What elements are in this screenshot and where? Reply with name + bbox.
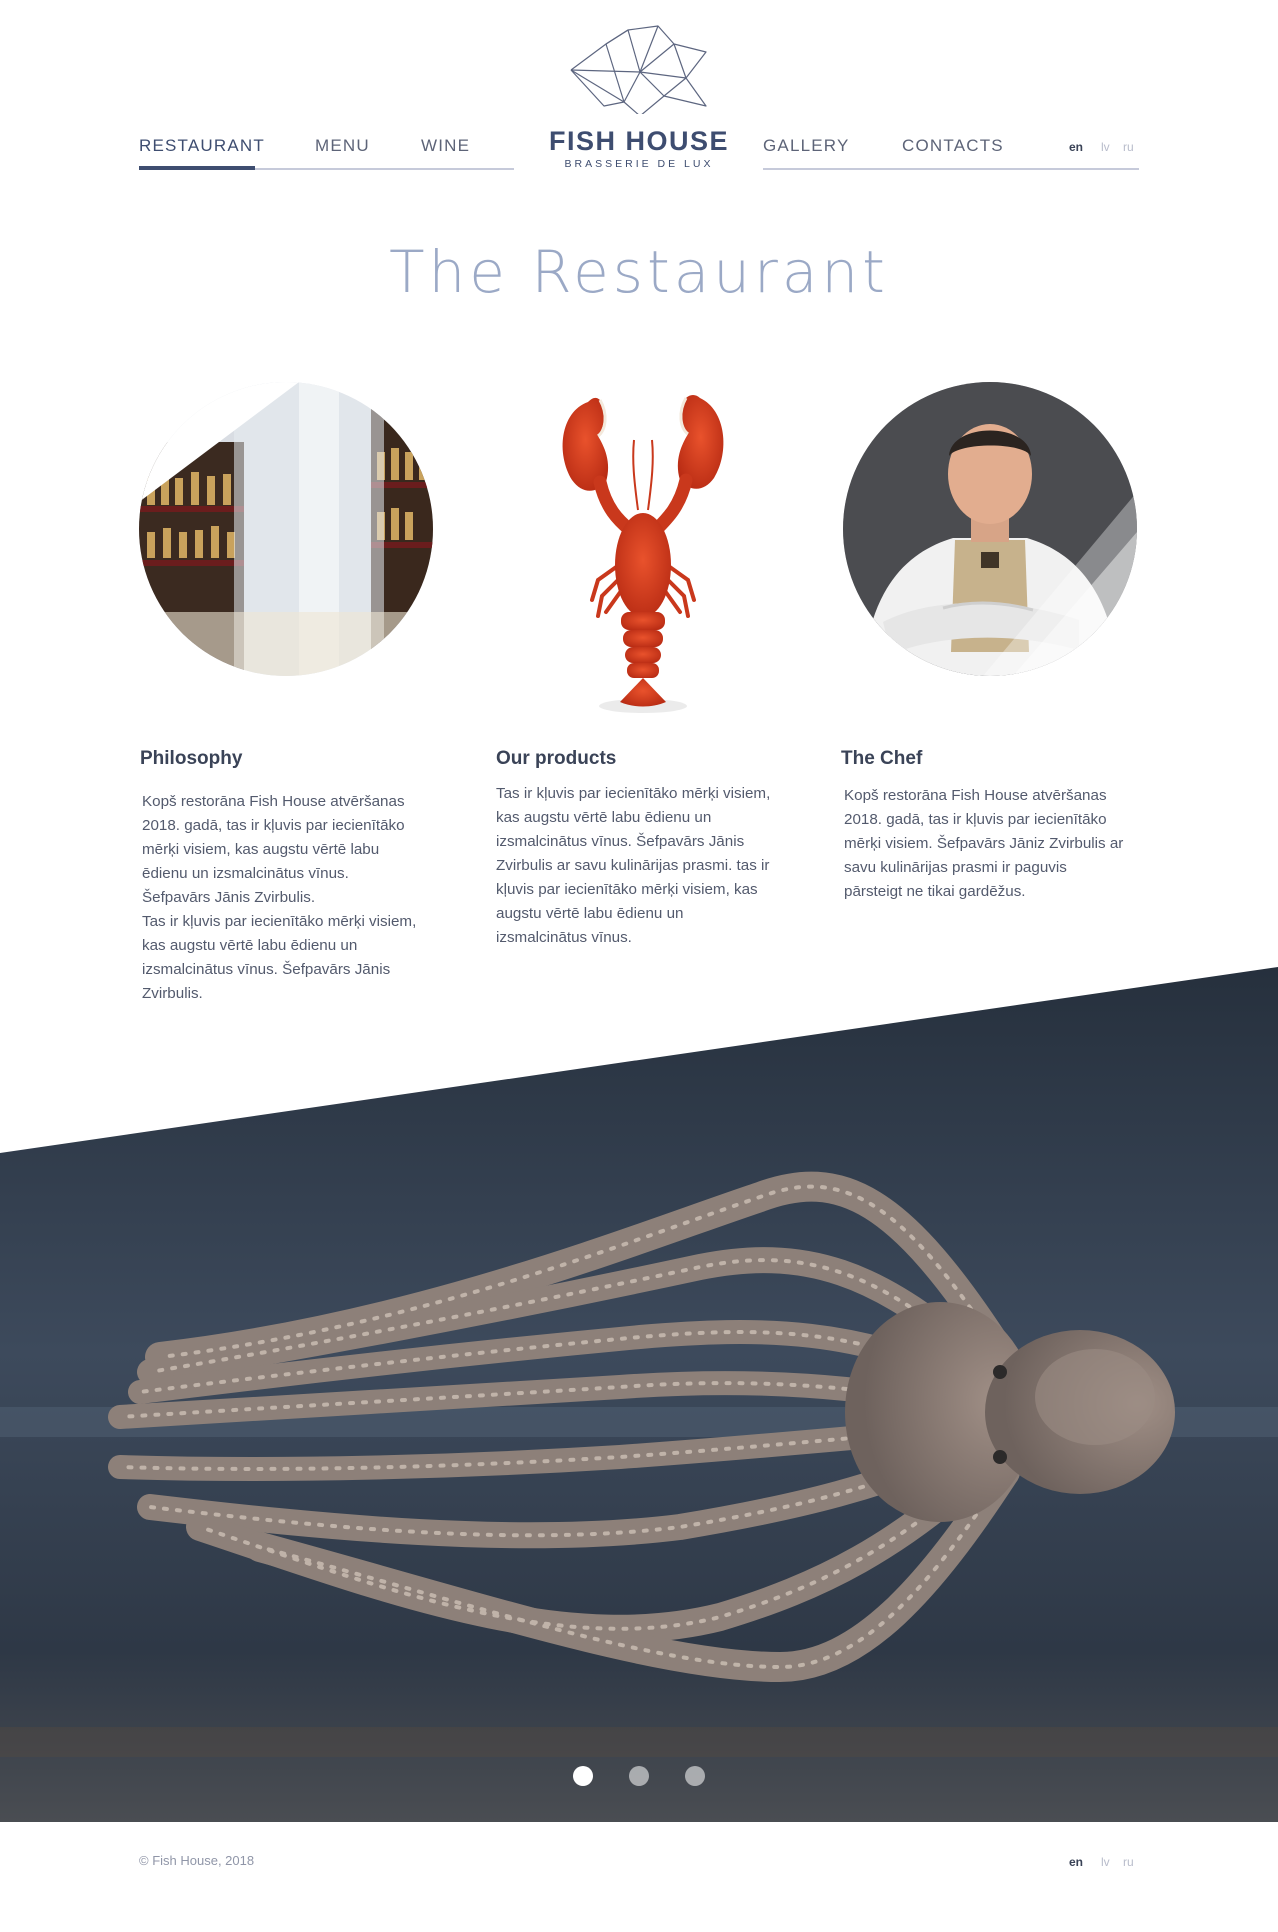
- footer-lang-ru[interactable]: ru: [1123, 1855, 1134, 1869]
- hero-slider: [0, 967, 1278, 1822]
- copyright-text: © Fish House, 2018: [139, 1853, 255, 1868]
- slider-dot-3[interactable]: [685, 1766, 705, 1786]
- nav-item-wine[interactable]: WINE: [421, 136, 470, 156]
- nav-item-gallery[interactable]: GALLERY: [763, 136, 850, 156]
- lang-lv[interactable]: lv: [1101, 140, 1110, 154]
- chef-text: Kopš restorāna Fish House atvēršanas 201…: [844, 787, 1124, 900]
- nav-item-menu[interactable]: MENU: [315, 136, 370, 156]
- slider-pagination: [0, 1766, 1278, 1788]
- restaurant-interior-image: [139, 382, 433, 676]
- site-header: RESTAURANT MENU WINE FISH HOUSE BRASSERI…: [0, 0, 1278, 190]
- chef-portrait-image: [843, 382, 1137, 676]
- lang-en[interactable]: en: [1069, 140, 1083, 154]
- site-footer: © Fish House, 2018 en lv ru: [0, 1822, 1278, 1932]
- footer-lang-en[interactable]: en: [1069, 1855, 1083, 1869]
- logo-title: FISH HOUSE: [548, 126, 730, 156]
- slider-dot-1[interactable]: [573, 1766, 593, 1786]
- products-text: Tas ir kļuvis par iecienītāko mērķi visi…: [496, 785, 771, 946]
- nav-item-restaurant[interactable]: RESTAURANT: [139, 136, 265, 156]
- products-heading: Our products: [496, 748, 617, 769]
- footer-lang-lv[interactable]: lv: [1101, 1855, 1110, 1869]
- logo-subtitle: BRASSERIE DE LUX: [564, 158, 714, 170]
- slider-dot-2[interactable]: [629, 1766, 649, 1786]
- chef-heading: The Chef: [841, 748, 923, 769]
- active-nav-indicator: [139, 166, 255, 170]
- lobster-image: [548, 390, 738, 720]
- octopus-image: [0, 967, 1278, 1822]
- lang-ru[interactable]: ru: [1123, 140, 1134, 154]
- page-title: The Restaurant: [389, 238, 889, 306]
- philosophy-heading: Philosophy: [140, 748, 243, 769]
- chef-section: The Chef Kopš restorāna Fish House atvēr…: [841, 748, 1141, 904]
- products-section: Our products Tas ir kļuvis par iecienītā…: [496, 748, 796, 950]
- nav-item-contacts[interactable]: CONTACTS: [902, 136, 1004, 156]
- logo[interactable]: FISH HOUSE BRASSERIE DE LUX: [534, 22, 744, 172]
- geometric-fish-icon: [570, 25, 707, 114]
- nav-left: RESTAURANT MENU WINE: [139, 128, 514, 170]
- nav-right: GALLERY CONTACTS en lv ru: [763, 128, 1139, 170]
